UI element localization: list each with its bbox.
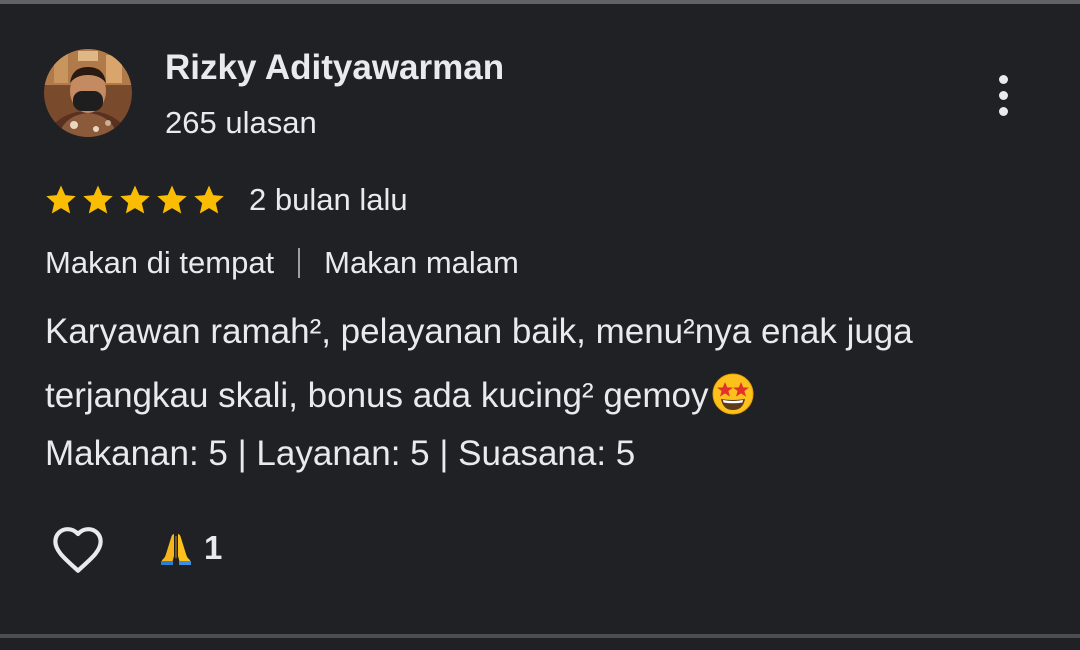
star-icon (46, 185, 76, 214)
star-icon (83, 185, 113, 214)
tag-divider (298, 248, 301, 278)
reaction-count: 1 (204, 529, 223, 566)
heart-outline-icon (53, 527, 103, 573)
more-options-button[interactable] (984, 70, 1022, 120)
visit-tags: Makan di tempat Makan malam (45, 244, 519, 282)
reviewer-name[interactable]: Rizky Adityawarman (165, 48, 504, 88)
tag-meal-type: Makan malam (324, 245, 519, 280)
rating-row: 2 bulan lalu (44, 180, 408, 220)
reviewer-photo (44, 49, 132, 137)
star-rating (44, 183, 226, 217)
star-icon (157, 185, 187, 214)
review-text-line-1: Karyawan ramah², pelayanan baik, menu²ny… (45, 312, 913, 351)
more-vert-icon-dot (998, 90, 1008, 100)
review-date: 2 bulan lalu (249, 182, 408, 217)
like-button[interactable] (44, 518, 112, 580)
reaction-summary[interactable]: 1 (158, 527, 222, 569)
star-icon (120, 185, 150, 214)
folded-hands-emoji (161, 534, 191, 565)
star-struck-emoji (712, 373, 754, 415)
tag-dine-in: Makan di tempat (45, 245, 275, 280)
star-icon (194, 185, 224, 214)
review-text-line-2: terjangkau skali, bonus ada kucing² gemo… (45, 376, 709, 415)
more-vert-icon-dot (998, 106, 1008, 116)
reviewer-avatar[interactable] (44, 49, 132, 137)
reviewer-review-count: 265 ulasan (165, 105, 317, 140)
bottom-divider (0, 634, 1080, 638)
more-vert-icon (998, 74, 1008, 84)
aspect-ratings: Makanan: 5 | Layanan: 5 | Suasana: 5 (45, 434, 636, 473)
review-text: Karyawan ramah², pelayanan baik, menu²ny… (45, 300, 1055, 428)
top-divider (0, 0, 1080, 4)
